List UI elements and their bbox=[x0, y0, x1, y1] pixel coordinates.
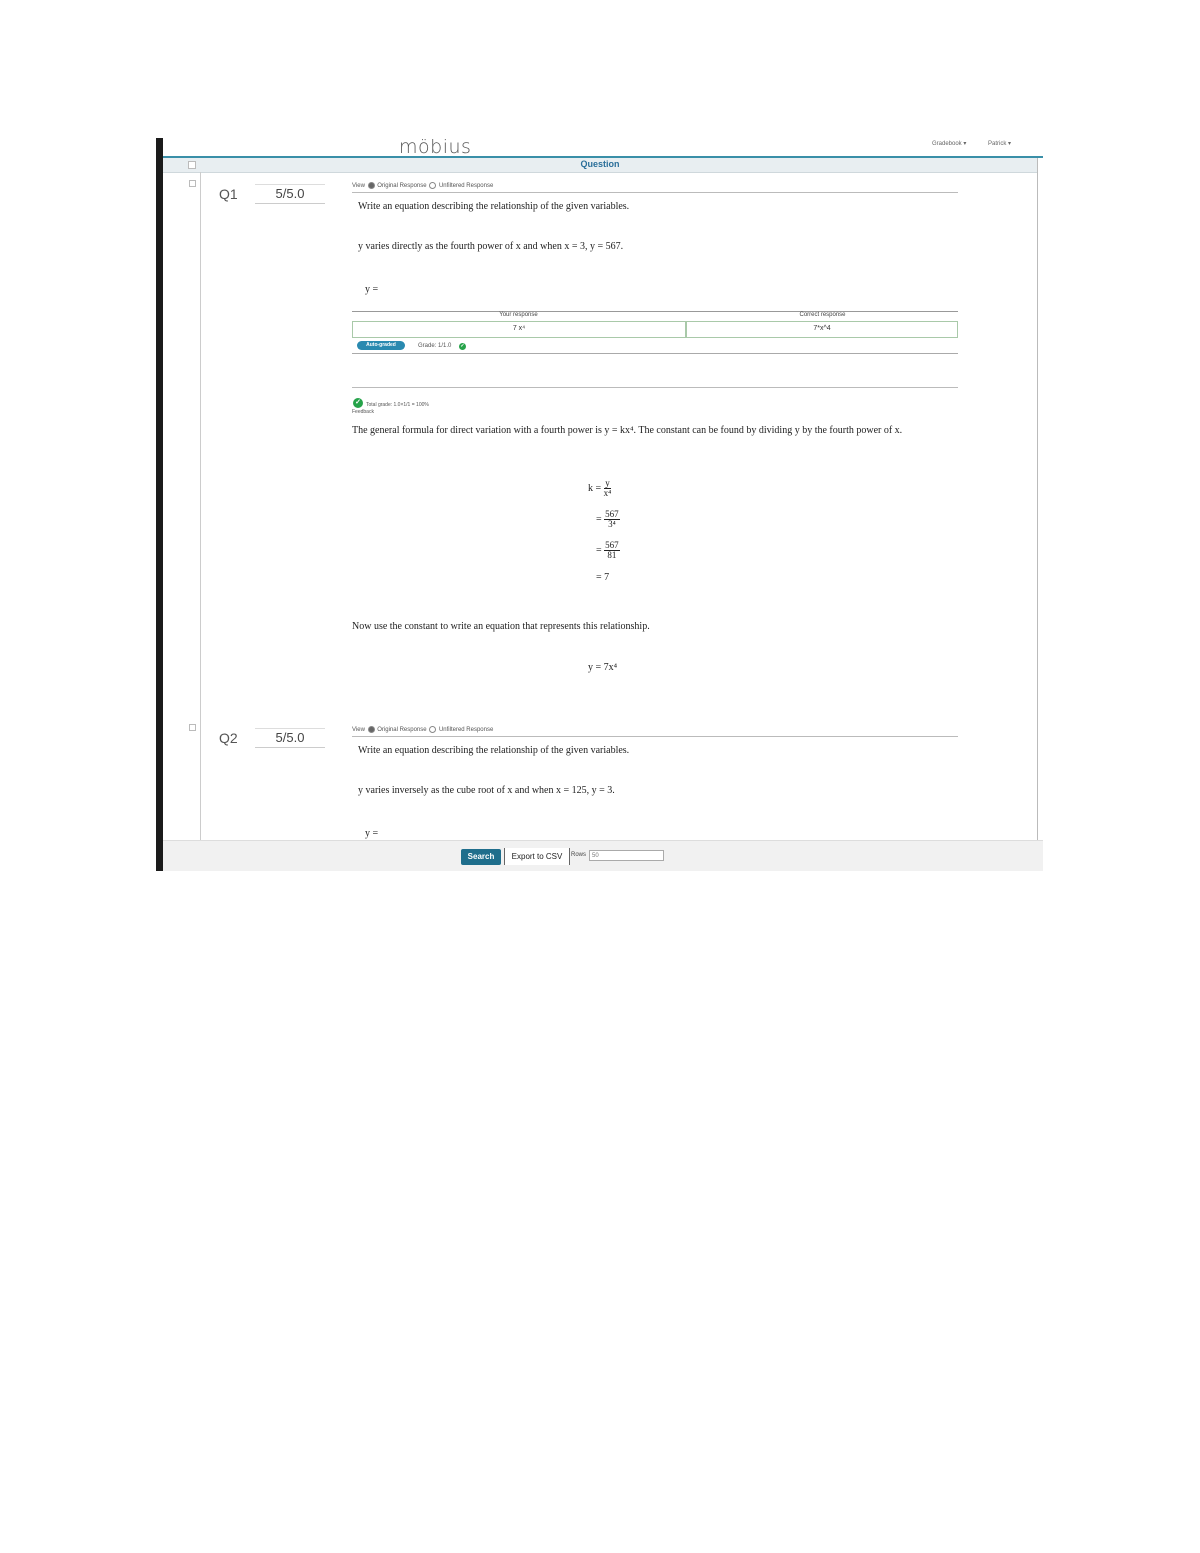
answer-label: y = bbox=[365, 284, 379, 295]
user-menu[interactable]: Patrick ▾ bbox=[988, 140, 1011, 147]
question-column-header: Question bbox=[580, 159, 620, 169]
original-response-radio[interactable] bbox=[367, 182, 375, 189]
divider bbox=[352, 387, 958, 388]
auto-graded-badge: Auto-graded bbox=[357, 341, 405, 350]
derivation-step-1: k = y x⁴ bbox=[588, 478, 612, 498]
table-right-border bbox=[1037, 158, 1038, 840]
your-response-header: Your response bbox=[499, 312, 538, 318]
fraction-y-over-x4: y x⁴ bbox=[603, 478, 612, 498]
divider bbox=[352, 353, 958, 354]
row-checkbox-q1[interactable] bbox=[189, 180, 196, 187]
gradebook-menu[interactable]: Gradebook ▾ bbox=[932, 140, 966, 147]
gradebook-window: möbius Gradebook ▾ Patrick ▾ Question Q1… bbox=[156, 138, 1043, 871]
feedback-label: Feedback bbox=[352, 409, 374, 415]
your-response-cell: 7 x⁴ bbox=[352, 321, 686, 338]
left-edge-bar bbox=[156, 138, 163, 871]
grade-line: Grade: 1/1.0 bbox=[418, 343, 452, 349]
export-csv-button[interactable]: Export to CSV bbox=[504, 848, 570, 865]
derivation-step-2: = 567 3⁴ bbox=[596, 509, 620, 529]
fraction-567-over-81: 567 81 bbox=[604, 540, 620, 560]
view-label: View bbox=[352, 183, 365, 190]
question-prompt: Write an equation describing the relatio… bbox=[358, 745, 630, 756]
view-options: View Original Response Unfiltered Respon… bbox=[352, 182, 958, 193]
derivation-step-3: = 567 81 bbox=[596, 540, 620, 560]
view-options: View Original Response Unfiltered Respon… bbox=[352, 726, 958, 737]
row-checkbox-q2[interactable] bbox=[189, 724, 196, 731]
original-response-label: Original Response bbox=[377, 183, 427, 190]
original-response-label: Original Response bbox=[377, 727, 427, 734]
answer-label: y = bbox=[365, 828, 379, 839]
final-equation: y = 7x⁴ bbox=[588, 662, 618, 673]
feedback-text: The general formula for direct variation… bbox=[352, 425, 903, 436]
mobius-logo: möbius bbox=[399, 138, 472, 158]
rows-input[interactable]: 50 bbox=[589, 850, 664, 861]
view-label: View bbox=[352, 727, 365, 734]
question-statement: y varies inversely as the cube root of x… bbox=[358, 785, 615, 796]
question-number: Q1 bbox=[219, 186, 238, 202]
question-prompt: Write an equation describing the relatio… bbox=[358, 201, 630, 212]
top-bar: möbius Gradebook ▾ Patrick ▾ bbox=[163, 138, 1043, 158]
derivation-result: = 7 bbox=[596, 572, 610, 583]
correct-response-cell: 7*x^4 bbox=[686, 321, 958, 338]
total-grade: Total grade: 1.0×1/1 = 100% bbox=[366, 402, 429, 408]
question-number: Q2 bbox=[219, 730, 238, 746]
fraction-567-over-3-4: 567 3⁴ bbox=[604, 509, 620, 529]
unfiltered-response-radio[interactable] bbox=[429, 726, 437, 733]
feedback-conclusion: Now use the constant to write an equatio… bbox=[352, 621, 650, 632]
rows-label: Rows bbox=[571, 852, 587, 858]
column-divider bbox=[200, 172, 201, 840]
unfiltered-response-radio[interactable] bbox=[429, 182, 437, 189]
check-icon: ✓ bbox=[459, 343, 466, 350]
question-grade: 5/5.0 bbox=[255, 184, 325, 204]
unfiltered-response-label: Unfiltered Response bbox=[438, 183, 494, 190]
bottom-toolbar: Search Export to CSV Rows 50 bbox=[163, 840, 1043, 871]
question-statement: y varies directly as the fourth power of… bbox=[358, 241, 624, 252]
k-equals: k = bbox=[588, 482, 602, 494]
table-header: Question bbox=[163, 158, 1037, 173]
search-button[interactable]: Search bbox=[461, 849, 501, 865]
question-grade: 5/5.0 bbox=[255, 728, 325, 748]
unfiltered-response-label: Unfiltered Response bbox=[438, 727, 494, 734]
original-response-radio[interactable] bbox=[367, 726, 375, 733]
total-grade-check-icon: ✓ bbox=[353, 398, 363, 408]
correct-response-header: Correct response bbox=[799, 312, 846, 318]
